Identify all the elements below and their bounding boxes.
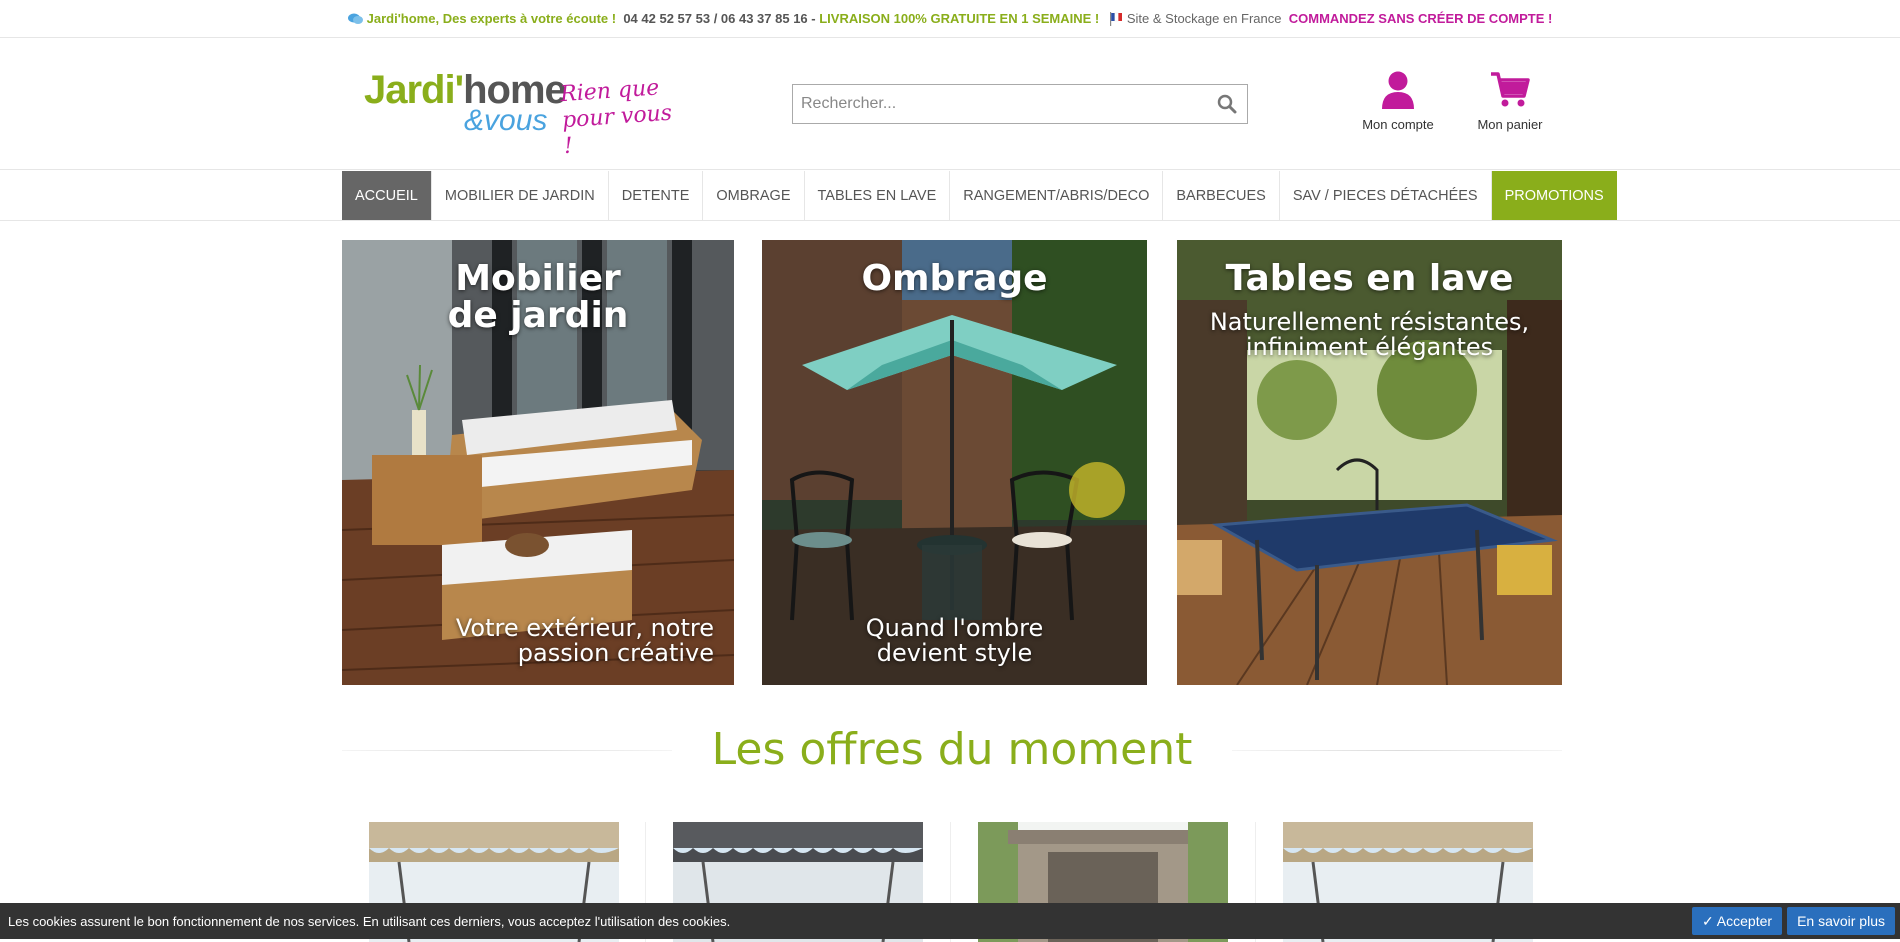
cart-label: Mon panier [1477,117,1543,132]
logo-part3: &vous [464,104,548,137]
account-label: Mon compte [1362,117,1434,132]
cart-icon [1491,72,1530,107]
topbar-delivery: LIVRAISON 100% GRATUITE EN 1 SEMAINE ! [819,11,1103,26]
nav-item-mobilier[interactable]: MOBILIER DE JARDIN [432,171,609,220]
chat-icon [347,13,363,24]
nav-item-rangement[interactable]: RANGEMENT/ABRIS/DECO [950,171,1164,220]
topbar-no-account: COMMANDEZ SANS CRÉER DE COMPTE ! [1285,11,1553,26]
banner-ombrage-title: Ombrage [861,258,1048,299]
banner-tables-lave-image [1177,240,1562,685]
account-link[interactable]: Mon compte [1358,70,1438,132]
nav-item-ombrage[interactable]: OMBRAGE [703,171,805,220]
nav-item-sav[interactable]: SAV / PIECES DÉTACHÉES [1280,171,1492,220]
banner-tables-lave[interactable]: Tables en lave Naturellement résistantes… [1177,240,1562,685]
banner-mobilier-title: Mobilier de jardin [447,258,629,336]
offers-title: Les offres du moment [711,724,1193,775]
france-flag-icon [1109,11,1122,26]
topbar-stock: Site & Stockage en France [1126,11,1286,26]
banner-ombrage-subtitle: Quand l'ombre devient style [865,614,1044,667]
cookie-more-button[interactable]: En savoir plus [1787,907,1895,935]
topbar-contact: Jardi'home, Des experts à votre écoute ! [366,11,620,26]
cart-link[interactable]: Mon panier [1470,70,1550,132]
logo-part1: Jardi' [364,68,464,112]
cookie-banner: Les cookies assurent le bon fonctionneme… [0,903,1900,939]
offers-section-header: Les offres du moment [342,720,1562,780]
nav-item-promotions[interactable]: PROMOTIONS [1491,171,1617,220]
banner-ombrage[interactable]: Ombrage Quand l'ombre devient style [762,240,1147,685]
main-nav: ACCUEIL MOBILIER DE JARDIN DETENTE OMBRA… [342,171,1617,220]
search-input[interactable] [793,85,1207,123]
banner-mobilier-subtitle: Votre extérieur, notre passion créative [455,614,714,667]
banner-tables-lave-title: Tables en lave [1225,258,1514,299]
search-box [792,84,1248,124]
banner-mobilier[interactable]: Mobilier de jardin Votre extérieur, notr… [342,240,734,685]
user-icon [1382,71,1414,109]
nav-item-tables-lave[interactable]: TABLES EN LAVE [805,171,951,220]
logo-tagline: Rien que pour vous ! [559,75,673,160]
nav-item-accueil[interactable]: ACCUEIL [342,171,432,220]
site-header: Jardi'home &vous Rien que pour vous ! Mo… [0,38,1900,169]
search-button[interactable] [1207,85,1247,123]
site-logo[interactable]: Jardi'home &vous Rien que pour vous ! [364,66,684,159]
topbar-phones: 04 42 52 57 53 / 06 43 37 85 16 - [619,11,820,26]
cookie-message: Les cookies assurent le bon fonctionneme… [8,913,731,929]
search-icon [1217,94,1237,114]
nav-item-detente[interactable]: DETENTE [609,171,704,220]
cookie-accept-button[interactable]: ✓ Accepter [1691,907,1783,935]
banner-tables-lave-subtitle: Naturellement résistantes, infiniment él… [1209,308,1530,361]
main-nav-bar: ACCUEIL MOBILIER DE JARDIN DETENTE OMBRA… [0,169,1900,221]
nav-item-barbecues[interactable]: BARBECUES [1163,171,1280,220]
top-info-bar: Jardi'home, Des experts à votre écoute !… [0,0,1900,38]
